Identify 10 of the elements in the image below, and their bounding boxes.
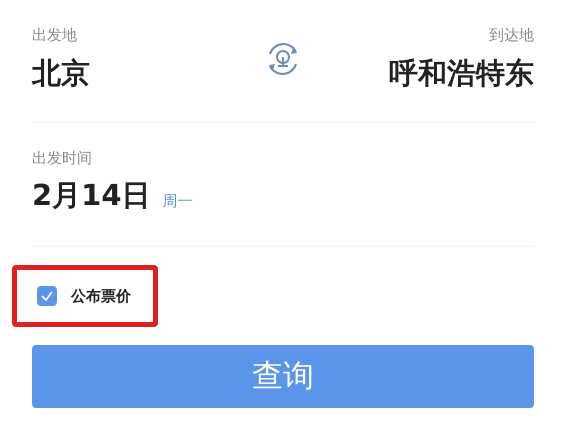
date-label: 出发时间 xyxy=(32,148,93,169)
departure-city[interactable]: 北京 xyxy=(32,52,212,94)
arrival-label: 到达地 xyxy=(489,25,534,46)
arrival-city[interactable]: 呼和浩特东 xyxy=(389,52,534,94)
checkmark-icon xyxy=(40,289,54,303)
checkbox-label: 公布票价 xyxy=(71,286,131,307)
departure-date[interactable]: 2月14日 xyxy=(32,175,151,215)
departure-label: 出发地 xyxy=(32,25,78,46)
checkbox[interactable] xyxy=(37,286,57,306)
weekday-text: 周一 xyxy=(162,191,193,212)
